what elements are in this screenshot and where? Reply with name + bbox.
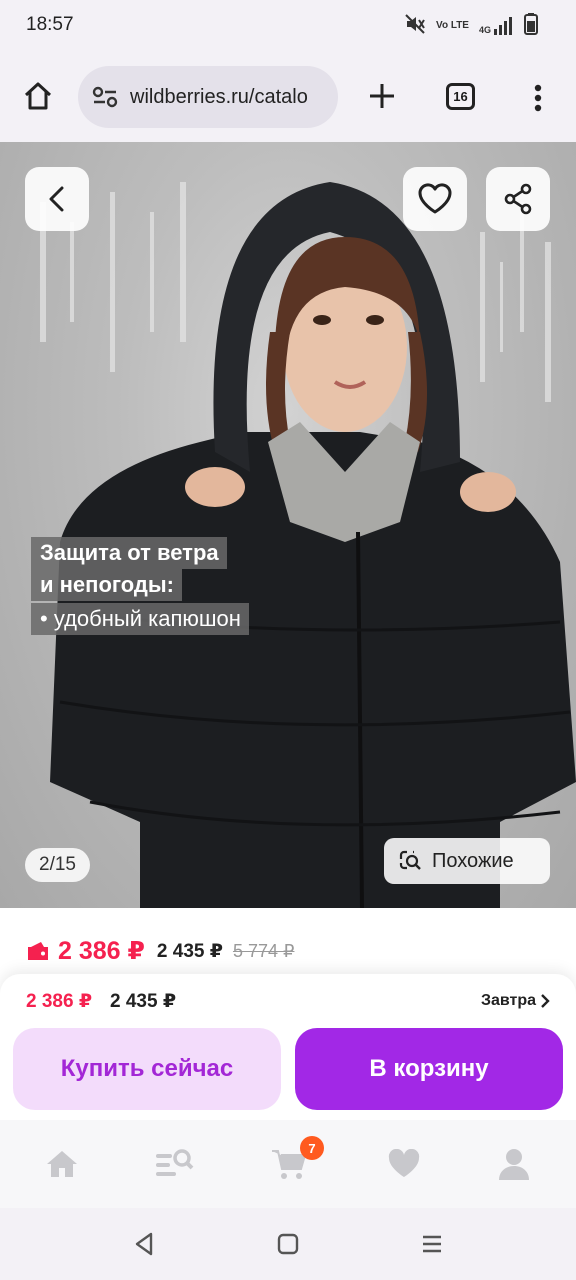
price-old: 5 774 ₽ bbox=[232, 940, 295, 961]
price-regular: 2 435 ₽ bbox=[156, 940, 223, 962]
price-row: 2 386 ₽ 2 435 ₽ 5 774 ₽ bbox=[26, 930, 294, 972]
status-icons: Vo LTE 4G bbox=[404, 12, 538, 40]
nav-catalog[interactable] bbox=[150, 1140, 198, 1188]
visual-search-icon bbox=[399, 850, 421, 870]
cart-count-badge: 7 bbox=[300, 1136, 324, 1160]
mute-icon bbox=[404, 13, 426, 40]
new-tab-button[interactable] bbox=[362, 76, 402, 116]
square-home-icon bbox=[277, 1233, 299, 1255]
favorite-button[interactable] bbox=[403, 167, 467, 231]
system-nav-bar bbox=[0, 1208, 576, 1280]
promo-title-line2: и непогоды: bbox=[31, 569, 182, 601]
heart-icon bbox=[418, 183, 452, 214]
promo-title-line1: Защита от ветра bbox=[31, 537, 227, 569]
sheet-price-regular: 2 435 ₽ bbox=[110, 991, 177, 1012]
site-settings-icon bbox=[92, 86, 118, 108]
nav-home[interactable] bbox=[38, 1140, 86, 1188]
system-back-button[interactable] bbox=[126, 1226, 162, 1262]
browser-home-button[interactable] bbox=[18, 76, 58, 116]
url-text: wildberries.ru/catalo bbox=[130, 85, 308, 108]
address-bar[interactable]: wildberries.ru/catalo bbox=[78, 66, 338, 128]
share-button[interactable] bbox=[486, 167, 550, 231]
buy-now-button[interactable]: Купить сейчас bbox=[13, 1028, 281, 1110]
home-icon bbox=[24, 82, 52, 110]
volte-indicator: Vo LTE bbox=[436, 20, 469, 31]
promo-bullet: • удобный капюшон bbox=[31, 603, 249, 635]
delivery-label: Завтра bbox=[480, 992, 536, 1009]
nav-profile[interactable] bbox=[490, 1140, 538, 1188]
system-home-button[interactable] bbox=[270, 1226, 306, 1262]
bottom-nav: 7 bbox=[0, 1120, 576, 1208]
nav-favorites[interactable] bbox=[380, 1140, 428, 1188]
delivery-date-link[interactable]: Завтра bbox=[481, 992, 550, 1010]
image-counter: 2/15 bbox=[25, 848, 90, 882]
heart-icon bbox=[388, 1149, 420, 1177]
browser-toolbar: wildberries.ru/catalo 16 bbox=[0, 52, 576, 142]
system-recents-button[interactable] bbox=[414, 1226, 450, 1262]
product-photo bbox=[40, 182, 576, 908]
plus-icon bbox=[370, 84, 394, 108]
add-to-cart-button[interactable]: В корзину bbox=[295, 1028, 563, 1110]
share-icon bbox=[504, 183, 532, 215]
home-icon bbox=[47, 1151, 77, 1177]
triangle-back-icon bbox=[135, 1232, 153, 1256]
browser-menu-button[interactable] bbox=[520, 80, 556, 116]
chevron-left-icon bbox=[49, 186, 64, 212]
product-image-gallery[interactable]: Защита от ветра и непогоды: • удобный ка… bbox=[0, 142, 576, 908]
promo-overlay: Защита от ветра и непогоды: • удобный ка… bbox=[31, 537, 249, 635]
chevron-right-icon bbox=[541, 994, 550, 1008]
catalog-search-icon bbox=[156, 1149, 194, 1176]
similar-button[interactable]: Похожие bbox=[384, 838, 550, 884]
price-wallet: 2 386 ₽ bbox=[58, 937, 145, 965]
more-vert-icon bbox=[534, 84, 542, 112]
user-icon bbox=[499, 1149, 529, 1180]
network-type: 4G bbox=[478, 25, 491, 35]
status-time: 18:57 bbox=[26, 14, 74, 35]
status-bar: 18:57 Vo LTE 4G bbox=[0, 0, 576, 52]
wallet-icon bbox=[28, 942, 48, 960]
menu-lines-icon bbox=[423, 1235, 441, 1253]
tab-switcher-button[interactable]: 16 bbox=[446, 83, 475, 110]
sheet-price-wallet: 2 386 ₽ bbox=[26, 991, 93, 1012]
similar-label: Похожие bbox=[432, 849, 514, 872]
purchase-sheet: 2 386 ₽ 2 435 ₽ Завтра Купить сейчас В к… bbox=[0, 974, 576, 1120]
back-button[interactable] bbox=[25, 167, 89, 231]
signal-icon: 4G bbox=[479, 17, 514, 35]
battery-icon bbox=[524, 12, 538, 40]
